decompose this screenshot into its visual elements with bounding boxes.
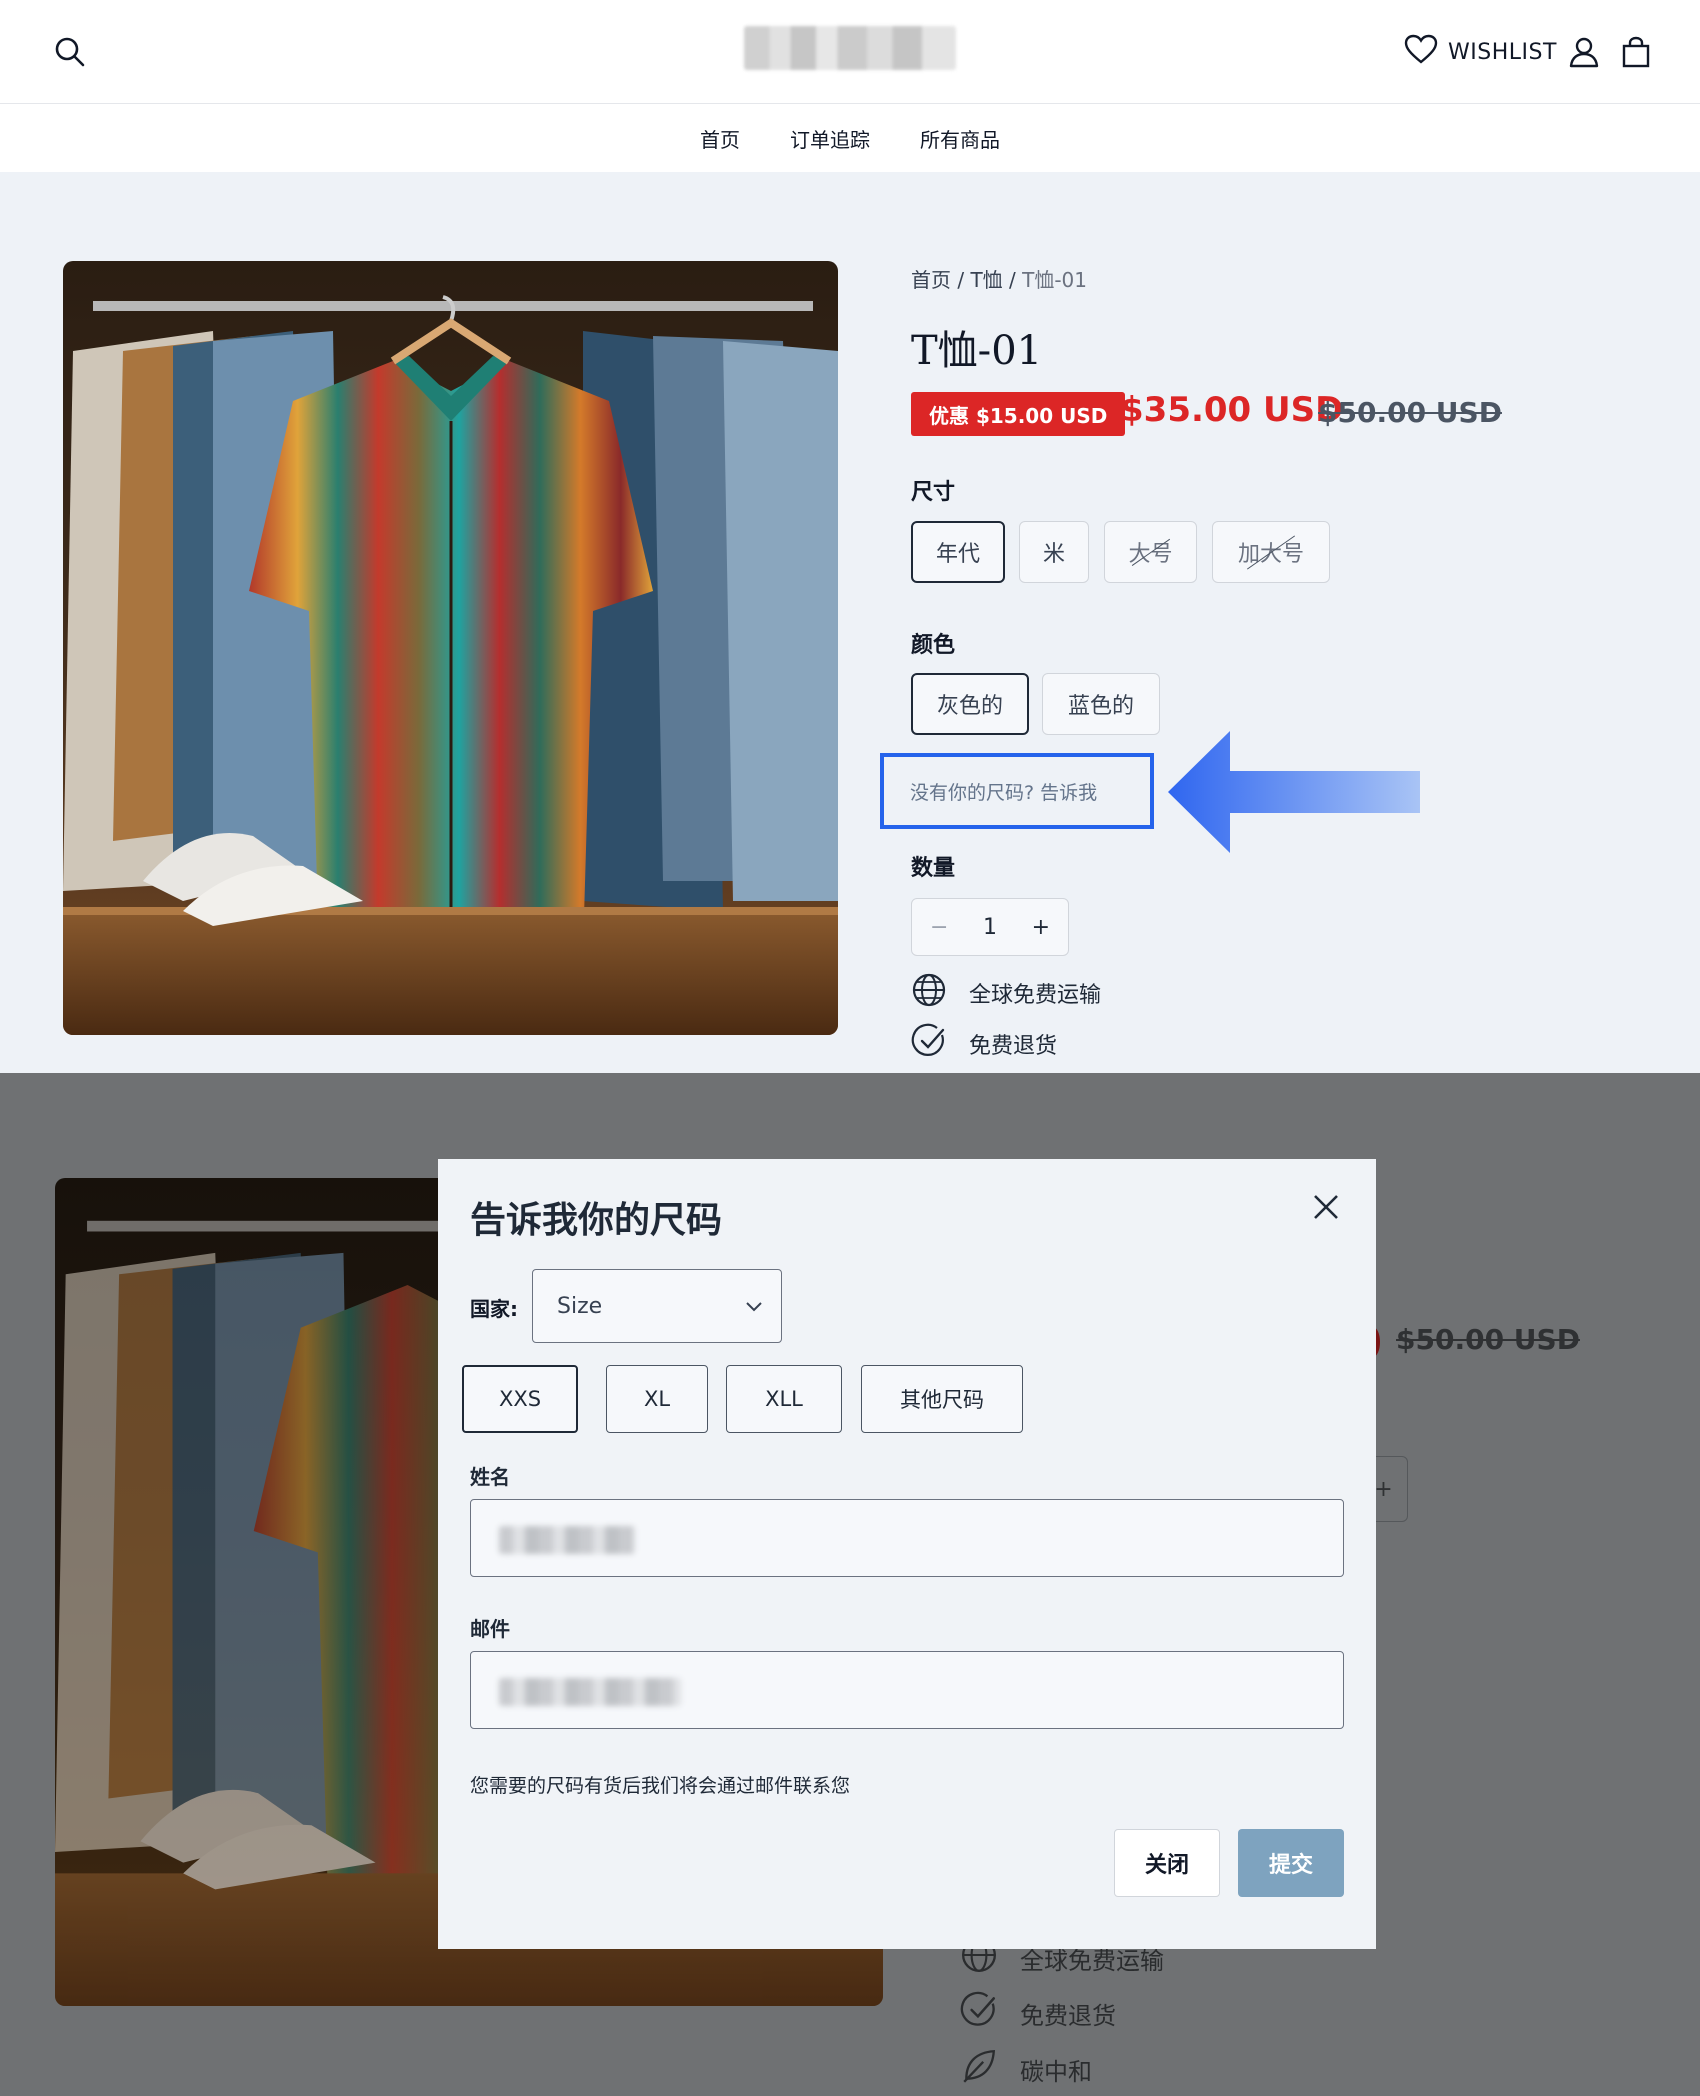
quantity-stepper: − 1 +	[911, 898, 1069, 956]
quantity-decrement-button[interactable]: −	[930, 915, 948, 940]
close-button[interactable]: 关闭	[1114, 1829, 1220, 1897]
country-label: 国家:	[470, 1297, 518, 1321]
feature-label: 碳中和	[1020, 2057, 1092, 2086]
select-value: Size	[557, 1293, 603, 1319]
close-icon[interactable]	[1308, 1189, 1344, 1225]
feature-free-returns: 免费退货	[911, 1023, 1057, 1065]
dimmed-feature-free-returns: 免费退货	[960, 1991, 1116, 2035]
cart-bag-icon[interactable]	[1616, 32, 1656, 72]
heart-icon	[1404, 34, 1438, 70]
check-circle-icon	[960, 1991, 998, 2035]
nav-item-order-tracking[interactable]: 订单追踪	[790, 124, 870, 153]
size-option[interactable]: 米	[1019, 521, 1089, 583]
feature-label: 免费退货	[1020, 2001, 1116, 2030]
size-option-unavailable[interactable]: 加大号	[1212, 521, 1330, 583]
product-title: T恤-01	[911, 328, 1043, 374]
feature-label: 免费退货	[969, 1034, 1058, 1059]
color-label: 颜色	[911, 633, 956, 658]
nav-item-home[interactable]: 首页	[700, 124, 740, 153]
sale-price: $35.00 USD	[1120, 390, 1344, 430]
product-page-screenshot: WISHLIST 首页 订单追踪 所有商品 首页 / T恤 / T恤-01 T恤…	[0, 0, 1700, 1073]
arrow-left-icon	[1168, 731, 1420, 853]
product-image[interactable]	[63, 261, 838, 1035]
size-chip-option[interactable]: XL	[606, 1365, 708, 1433]
breadcrumb-separator: /	[951, 268, 971, 292]
main-nav: 首页 订单追踪 所有商品	[0, 104, 1700, 172]
site-header: WISHLIST	[0, 0, 1700, 104]
size-chip-option[interactable]: XLL	[726, 1365, 842, 1433]
search-icon[interactable]	[50, 32, 90, 72]
size-option-unavailable[interactable]: 大号	[1104, 521, 1197, 583]
color-option[interactable]: 蓝色的	[1042, 673, 1160, 735]
account-icon[interactable]	[1564, 32, 1604, 72]
size-label: 尺寸	[911, 480, 956, 505]
breadcrumb-current: T恤-01	[1022, 268, 1088, 292]
size-request-modal: 告诉我你的尺码 国家: Size XXS XL XLL 其他尺码 姓名 邮件 您…	[438, 1159, 1376, 1949]
quantity-label: 数量	[911, 856, 956, 881]
size-chip-option[interactable]: 其他尺码	[861, 1365, 1023, 1433]
store-logo[interactable]	[744, 26, 956, 70]
breadcrumb: 首页 / T恤 / T恤-01	[911, 264, 1087, 293]
globe-icon	[911, 972, 947, 1014]
quantity-increment-button[interactable]: +	[1032, 915, 1050, 940]
redacted-text	[499, 1526, 635, 1554]
name-label: 姓名	[470, 1465, 510, 1489]
check-circle-icon	[911, 1023, 947, 1065]
size-option[interactable]: 年代	[911, 521, 1005, 583]
breadcrumb-home[interactable]: 首页	[911, 268, 951, 292]
modal-title: 告诉我你的尺码	[470, 1200, 723, 1241]
wishlist-label: WISHLIST	[1448, 39, 1557, 65]
size-request-modal-screenshot: $50.00 USD + 全球免费运输 免费退货 碳中和 告诉我你的尺码 国家:…	[0, 1073, 1700, 2096]
size-request-link[interactable]: 没有你的尺码? 告诉我	[880, 753, 1154, 829]
nav-item-all-products[interactable]: 所有商品	[920, 124, 1000, 153]
name-field[interactable]	[470, 1499, 1344, 1577]
dimmed-original-price: $50.00 USD	[1396, 1323, 1580, 1356]
quantity-value[interactable]: 1	[983, 915, 997, 940]
color-option[interactable]: 灰色的	[911, 673, 1029, 735]
submit-button[interactable]: 提交	[1238, 1829, 1344, 1897]
wishlist-link[interactable]: WISHLIST	[1404, 32, 1557, 72]
leaf-icon	[960, 2047, 998, 2091]
sale-badge: 优惠 $15.00 USD	[911, 392, 1126, 436]
breadcrumb-separator: /	[1002, 268, 1023, 292]
chevron-down-icon	[745, 1294, 763, 1319]
feature-free-shipping: 全球免费运输	[911, 972, 1101, 1014]
feature-label: 全球免费运输	[969, 983, 1102, 1008]
original-price: $50.00 USD	[1318, 396, 1502, 429]
notify-note: 您需要的尺码有货后我们将会通过邮件联系您	[470, 1775, 851, 1797]
email-label: 邮件	[470, 1617, 510, 1641]
email-field[interactable]	[470, 1651, 1344, 1729]
breadcrumb-category[interactable]: T恤	[970, 268, 1002, 292]
dimmed-feature-carbon-neutral: 碳中和	[960, 2047, 1092, 2091]
size-chip-option[interactable]: XXS	[462, 1365, 578, 1433]
redacted-text	[499, 1678, 681, 1706]
country-size-select[interactable]: Size	[532, 1269, 782, 1343]
